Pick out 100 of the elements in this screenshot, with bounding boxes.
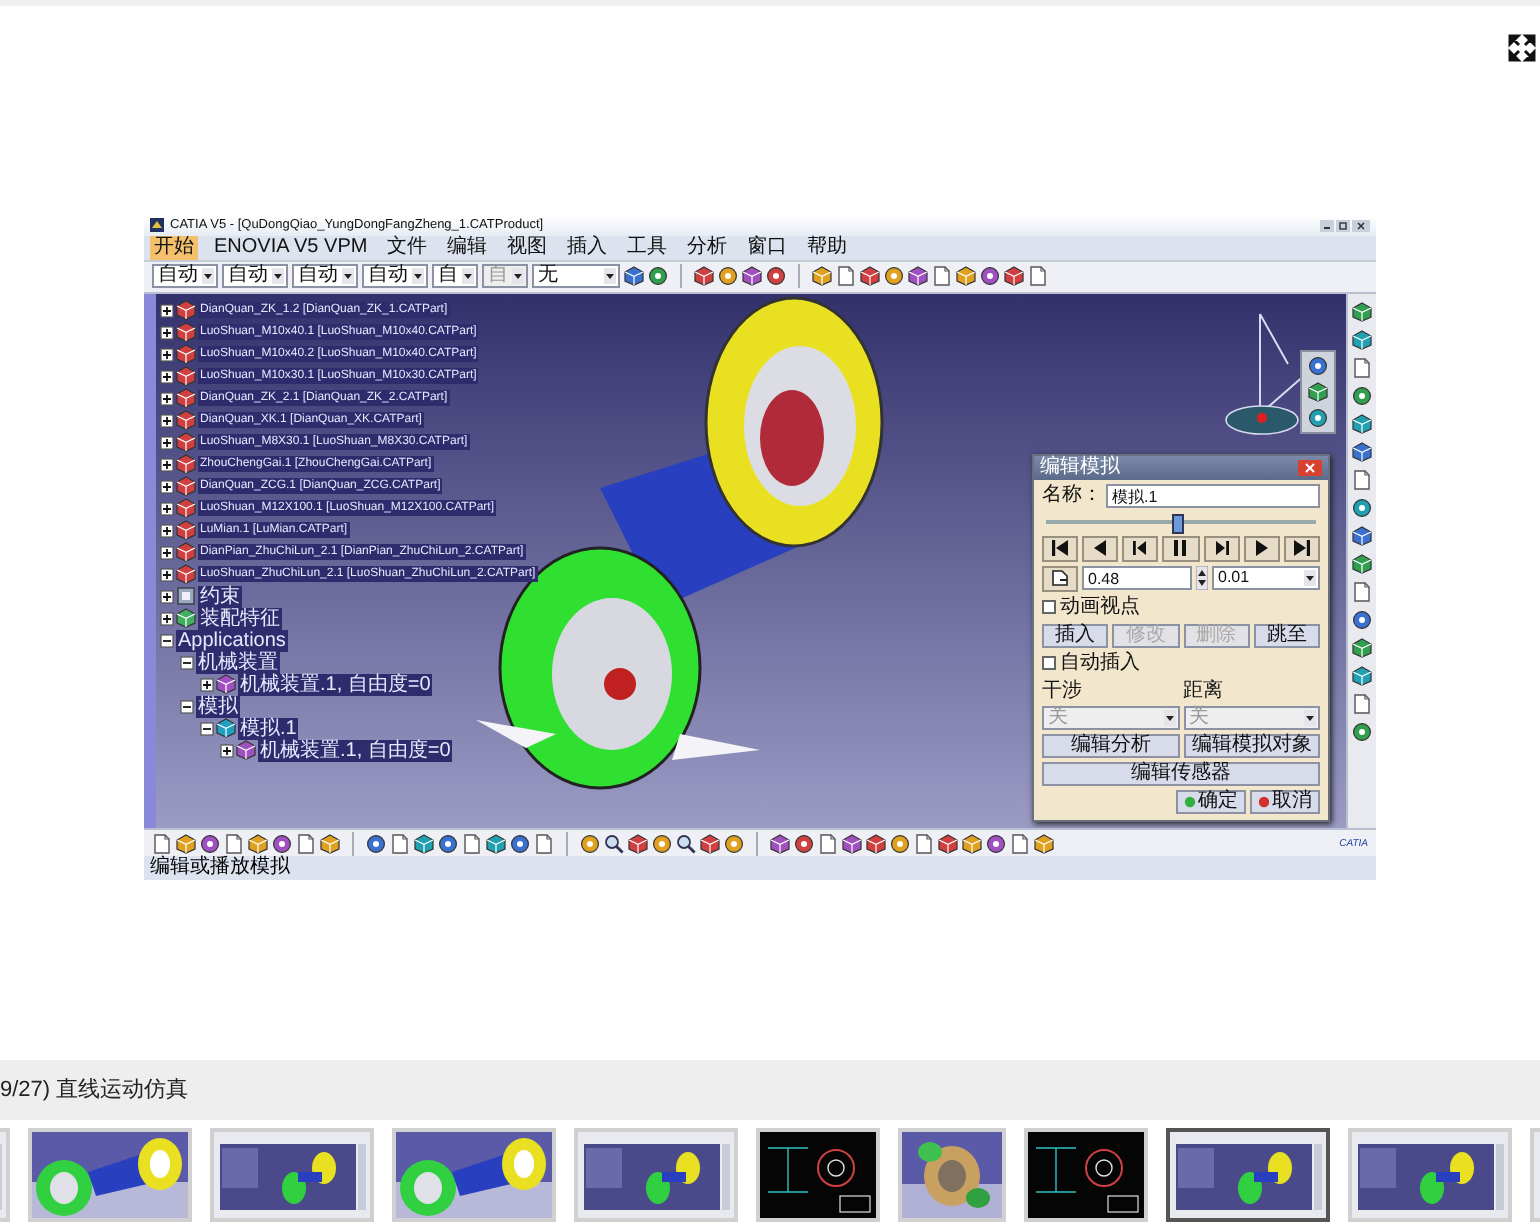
tree-item[interactable]: Applications xyxy=(176,629,288,652)
minus-icon[interactable] xyxy=(180,655,194,670)
disc-icon[interactable] xyxy=(890,833,910,854)
plus-icon[interactable] xyxy=(160,435,174,450)
cube-icon[interactable] xyxy=(938,833,958,854)
caret-icon[interactable] xyxy=(202,268,214,285)
dropdown[interactable]: 无 xyxy=(532,264,620,289)
disc-icon[interactable] xyxy=(986,833,1006,854)
document-icon[interactable] xyxy=(1352,581,1372,602)
plus-icon[interactable] xyxy=(160,457,174,472)
document-icon[interactable] xyxy=(914,833,934,854)
minus-icon[interactable] xyxy=(200,721,214,736)
minimize-icon[interactable] xyxy=(1320,219,1334,232)
slider-thumb[interactable] xyxy=(1171,513,1184,534)
document-icon[interactable] xyxy=(1010,833,1030,854)
plus-icon[interactable] xyxy=(160,589,174,604)
caret-icon[interactable] xyxy=(342,268,354,285)
disc-icon[interactable] xyxy=(718,266,738,287)
sensor-button[interactable]: 编辑传感器 xyxy=(1042,761,1320,786)
disc-icon[interactable] xyxy=(884,266,904,287)
plus-icon[interactable] xyxy=(160,347,174,362)
checkbox[interactable] xyxy=(1042,656,1056,671)
disc-icon[interactable] xyxy=(510,833,530,854)
cube-icon[interactable] xyxy=(908,266,928,287)
plus-icon[interactable] xyxy=(160,303,174,318)
cube-icon[interactable] xyxy=(1352,665,1372,686)
menu-item[interactable]: 文件 xyxy=(383,235,432,260)
disc-icon[interactable] xyxy=(438,833,458,854)
cube-icon[interactable] xyxy=(1352,525,1372,546)
disc-icon[interactable] xyxy=(652,833,672,854)
play-button[interactable] xyxy=(1243,535,1280,562)
caret-icon[interactable] xyxy=(462,268,474,285)
cube-icon[interactable] xyxy=(176,833,196,854)
dialog-button[interactable]: 编辑模拟对象 xyxy=(1183,733,1320,758)
menu-item[interactable]: ENOVIA V5 VPM xyxy=(210,235,372,260)
cube-icon[interactable] xyxy=(414,833,434,854)
scrollbar[interactable] xyxy=(144,293,156,829)
disc-icon[interactable] xyxy=(1352,497,1372,518)
search-icon[interactable] xyxy=(676,833,696,854)
dropdown[interactable]: 自动 xyxy=(362,264,428,289)
step-dropdown[interactable]: 0.01 xyxy=(1212,566,1320,591)
menu-item[interactable]: 窗口 xyxy=(743,235,792,260)
cube-icon[interactable] xyxy=(842,833,862,854)
plus-icon[interactable] xyxy=(160,325,174,340)
cube-icon[interactable] xyxy=(1308,381,1328,402)
document-icon[interactable] xyxy=(836,266,856,287)
document-icon[interactable] xyxy=(1352,357,1372,378)
cube-icon[interactable] xyxy=(956,266,976,287)
document-icon[interactable] xyxy=(462,833,482,854)
disc-icon[interactable] xyxy=(724,833,744,854)
step-forward-button[interactable] xyxy=(1203,535,1240,562)
disc-icon[interactable] xyxy=(648,266,668,287)
cube-icon[interactable] xyxy=(1352,329,1372,350)
cube-icon[interactable] xyxy=(700,833,720,854)
document-icon[interactable] xyxy=(390,833,410,854)
spinner-icon[interactable] xyxy=(1196,566,1208,591)
document-icon[interactable] xyxy=(534,833,554,854)
plus-icon[interactable] xyxy=(160,479,174,494)
document-icon[interactable] xyxy=(1352,469,1372,490)
menu-item[interactable]: 视图 xyxy=(503,235,552,260)
cube-icon[interactable] xyxy=(1352,553,1372,574)
export-button[interactable] xyxy=(1042,565,1078,592)
plus-icon[interactable] xyxy=(160,567,174,582)
cube-icon[interactable] xyxy=(962,833,982,854)
cube-icon[interactable] xyxy=(320,833,340,854)
document-icon[interactable] xyxy=(152,833,172,854)
plus-icon[interactable] xyxy=(160,501,174,516)
disc-icon[interactable] xyxy=(1308,407,1328,428)
tree-item[interactable]: 装配特征 xyxy=(198,607,282,630)
menu-item[interactable]: 帮助 xyxy=(803,235,852,260)
tree-item[interactable]: 机械装置 xyxy=(196,651,280,674)
plus-icon[interactable] xyxy=(160,369,174,384)
document-icon[interactable] xyxy=(932,266,952,287)
disc-icon[interactable] xyxy=(980,266,1000,287)
cube-icon[interactable] xyxy=(812,266,832,287)
disc-icon[interactable] xyxy=(766,266,786,287)
menu-item[interactable]: 编辑 xyxy=(443,235,492,260)
speed-field[interactable]: 0.48 xyxy=(1082,566,1192,591)
cube-icon[interactable] xyxy=(248,833,268,854)
cube-icon[interactable] xyxy=(1034,833,1054,854)
plus-icon[interactable] xyxy=(160,413,174,428)
plus-icon[interactable] xyxy=(160,611,174,626)
document-icon[interactable] xyxy=(296,833,316,854)
search-icon[interactable] xyxy=(604,833,624,854)
caret-icon[interactable] xyxy=(1304,570,1316,587)
cube-icon[interactable] xyxy=(694,266,714,287)
cube-icon[interactable] xyxy=(1352,441,1372,462)
tree-item[interactable]: 模拟 xyxy=(196,695,240,718)
cube-icon[interactable] xyxy=(624,266,644,287)
menu-item[interactable]: 开始 xyxy=(150,235,198,260)
document-icon[interactable] xyxy=(224,833,244,854)
disc-icon[interactable] xyxy=(794,833,814,854)
minus-icon[interactable] xyxy=(160,633,174,648)
dropdown[interactable]: 自动 xyxy=(152,264,218,289)
action-button[interactable]: 跳至 xyxy=(1253,623,1320,648)
cube-icon[interactable] xyxy=(1004,266,1024,287)
play-reverse-button[interactable] xyxy=(1082,535,1119,562)
expand-icon[interactable] xyxy=(1508,34,1536,62)
name-field[interactable]: 模拟.1 xyxy=(1106,483,1320,508)
step-back-button[interactable] xyxy=(1122,535,1159,562)
